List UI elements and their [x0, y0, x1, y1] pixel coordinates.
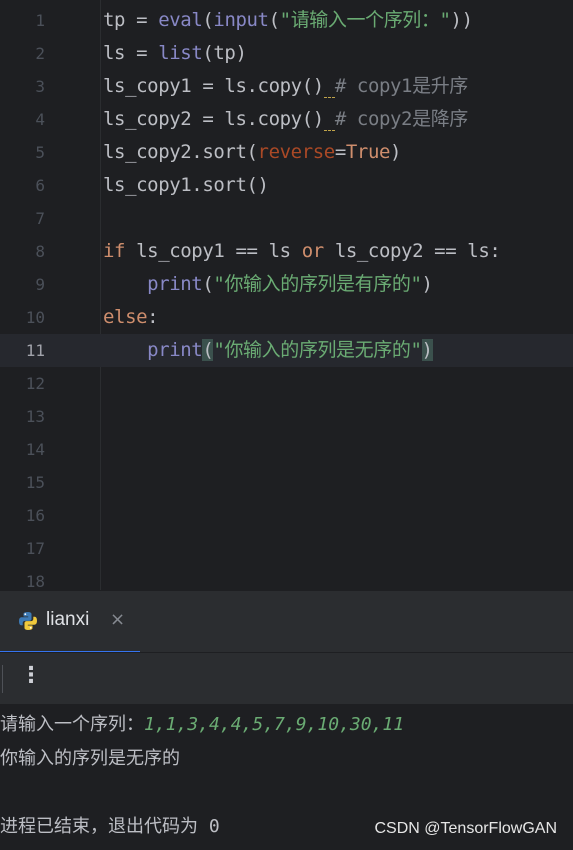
line-number: 13 [25, 407, 45, 426]
code-token: input [213, 9, 269, 31]
code-token: "请输入一个序列：" [279, 9, 451, 31]
line-number: 11 [25, 341, 45, 360]
code-token: (tp) [202, 42, 247, 64]
code-token: ls_copy1 == ls [125, 240, 302, 262]
code-token: ls_copy1 = ls.copy() [103, 75, 324, 97]
code-line-11[interactable]: 11 print("你输入的序列是无序的") [0, 334, 573, 367]
code-line-10[interactable]: 10 else: [0, 301, 573, 334]
line-number: 3 [35, 77, 45, 96]
code-token: ls = [103, 42, 159, 64]
code-line-18[interactable]: 18 [0, 565, 573, 590]
matched-brace: ) [421, 339, 433, 361]
code-token: ( [202, 9, 214, 31]
code-token: "你输入的序列是无序的" [213, 339, 422, 361]
warning-squiggle[interactable] [323, 108, 335, 131]
code-comment: # copy1是升序 [334, 75, 468, 97]
code-token: ) [421, 273, 433, 295]
code-line-2[interactable]: 2 ls = list(tp) [0, 37, 573, 70]
code-line-9[interactable]: 9 print("你输入的序列是有序的") [0, 268, 573, 301]
line-number: 7 [35, 209, 45, 228]
line-number: 16 [25, 506, 45, 525]
line-number: 12 [25, 374, 45, 393]
code-line-16[interactable]: 16 [0, 499, 573, 532]
code-line-15[interactable]: 15 [0, 466, 573, 499]
more-options-icon[interactable]: ⋮ [20, 663, 42, 688]
console-input-line: 请输入一个序列：1,1,3,4,4,5,7,9,10,30,11 [0, 712, 404, 738]
run-toolbar: ⋮ [0, 652, 573, 705]
close-icon[interactable]: × [110, 609, 125, 630]
line-number: 6 [35, 176, 45, 195]
code-line-12[interactable]: 12 [0, 367, 573, 400]
line-number: 14 [25, 440, 45, 459]
watermark: CSDN @TensorFlowGAN [374, 820, 558, 837]
code-line-7[interactable]: 7 [0, 202, 573, 235]
code-comment: # copy2是降序 [334, 108, 468, 130]
line-number: 18 [25, 572, 45, 590]
code-token: ( [202, 273, 214, 295]
python-icon [19, 612, 37, 630]
code-token: if [103, 240, 126, 262]
line-number: 4 [35, 110, 45, 129]
code-token: or [301, 240, 324, 262]
code-line-3[interactable]: 3 ls_copy1 = ls.copy() # copy1是升序 [0, 70, 573, 103]
console-prompt: 请输入一个序列： [0, 714, 144, 735]
console-output-line: 你输入的序列是无序的 [0, 748, 180, 769]
code-token: True [345, 141, 391, 163]
code-editor[interactable]: 1 tp = eval(input("请输入一个序列：")) 2 ls = li… [0, 0, 573, 590]
line-number: 8 [35, 242, 45, 261]
run-tool-window-header: lianxi × [0, 590, 573, 653]
line-number: 5 [35, 143, 45, 162]
code-token: print [147, 273, 203, 295]
toolbar-divider [2, 665, 3, 693]
code-line-13[interactable]: 13 [0, 400, 573, 433]
line-number: 1 [35, 11, 45, 30]
code-line-4[interactable]: 4 ls_copy2 = ls.copy() # copy2是降序 [0, 103, 573, 136]
line-number: 15 [25, 473, 45, 492]
line-number: 9 [35, 275, 45, 294]
code-line-1[interactable]: 1 tp = eval(input("请输入一个序列：")) [0, 4, 573, 37]
console-exit-message: 进程已结束，退出代码为 0 [0, 816, 220, 837]
run-tab-lianxi[interactable]: lianxi × [0, 591, 140, 653]
code-token: reverse [257, 141, 336, 163]
code-token: print [147, 339, 203, 361]
code-token: ls_copy2 == ls: [323, 240, 501, 262]
code-line-5[interactable]: 5 ls_copy2.sort(reverse=True) [0, 136, 573, 169]
matched-brace: ( [202, 339, 214, 361]
console-user-input: 1,1,3,4,4,5,7,9,10,30,11 [144, 714, 405, 735]
code-token: eval [158, 9, 203, 31]
code-line-8[interactable]: 8 if ls_copy1 == ls or ls_copy2 == ls: [0, 235, 573, 268]
code-token: ls_copy2 = ls.copy() [103, 108, 324, 130]
code-token: tp = [103, 9, 159, 31]
run-tab-label: lianxi [46, 609, 90, 630]
code-token: ls_copy1.sort() [103, 174, 269, 196]
code-line-17[interactable]: 17 [0, 532, 573, 565]
code-token: ls_copy2.sort( [103, 141, 258, 163]
code-token: : [147, 306, 159, 328]
warning-squiggle[interactable] [323, 75, 335, 98]
code-line-6[interactable]: 6 ls_copy1.sort() [0, 169, 573, 202]
code-token: )) [450, 9, 473, 31]
line-number: 2 [35, 44, 45, 63]
code-token: "你输入的序列是有序的" [213, 273, 422, 295]
code-token: = [334, 141, 346, 163]
line-number: 17 [25, 539, 45, 558]
code-token: list [158, 42, 203, 64]
code-token: ) [390, 141, 402, 163]
line-number: 10 [25, 308, 45, 327]
code-token: ( [268, 9, 280, 31]
code-line-14[interactable]: 14 [0, 433, 573, 466]
code-token: else [103, 306, 148, 328]
